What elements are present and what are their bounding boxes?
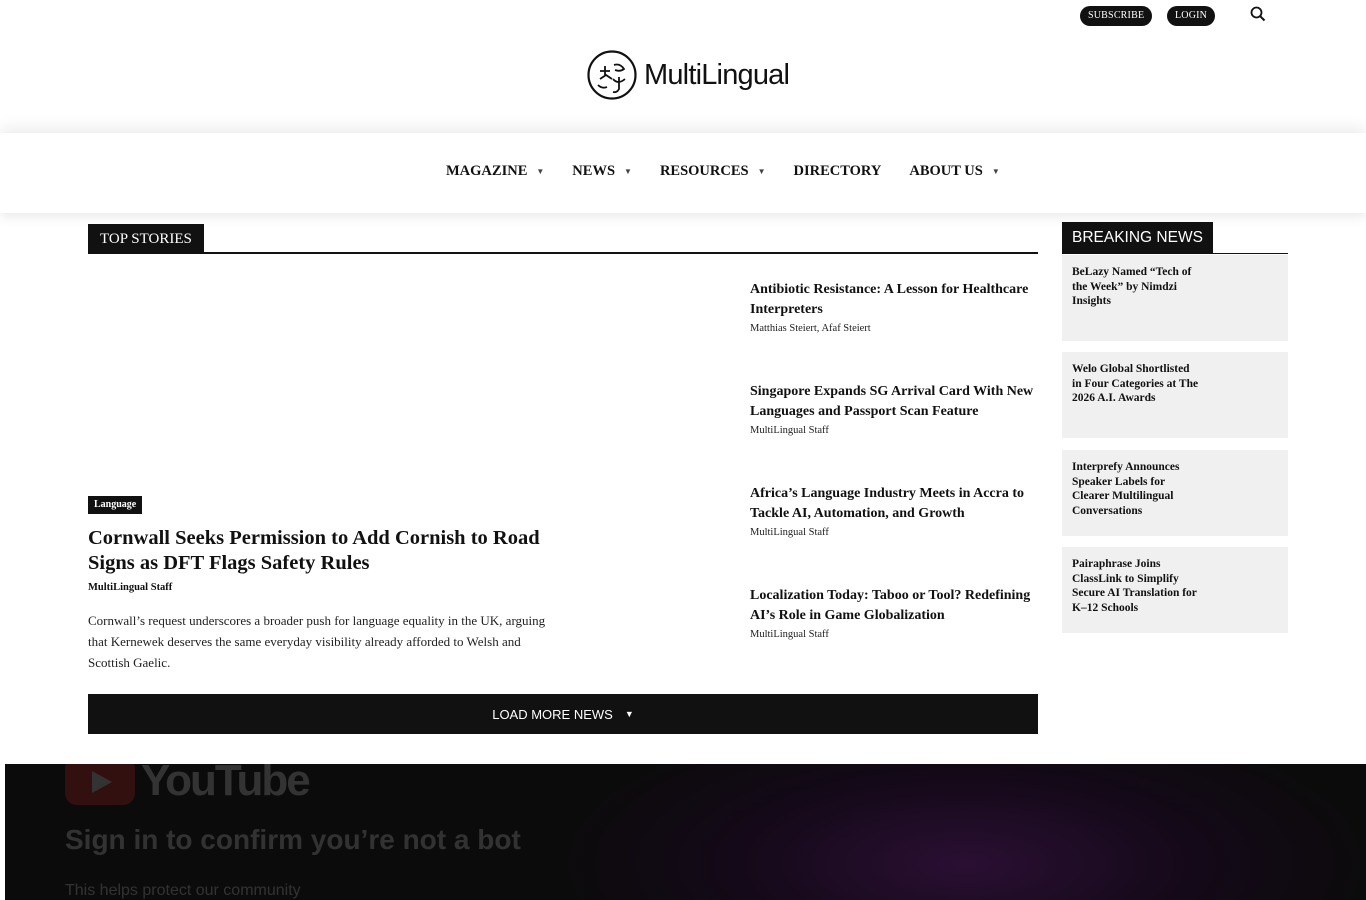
story-title[interactable]: Antibiotic Resistance: A Lesson for Heal…: [750, 280, 1040, 320]
play-icon: [65, 764, 135, 805]
chevron-down-icon: ▼: [991, 167, 1000, 176]
main-navigation: MAGAZINE ▼ NEWS ▼ RESOURCES ▼ DIRECTORY …: [0, 133, 1366, 213]
section-title: BREAKING NEWS: [1062, 222, 1213, 254]
site-logo[interactable]: MultiLingual: [586, 48, 790, 102]
youtube-logo: YouTube: [65, 764, 311, 806]
story-author[interactable]: MultiLingual Staff: [750, 527, 1040, 538]
nav-item-news[interactable]: NEWS ▼: [572, 163, 632, 180]
load-more-button[interactable]: LOAD MORE NEWS ▼: [88, 694, 1038, 734]
load-more-label: LOAD MORE NEWS: [492, 706, 613, 722]
featured-story-author[interactable]: MultiLingual Staff: [88, 582, 172, 593]
login-button[interactable]: LOGIN: [1167, 6, 1216, 26]
story-author[interactable]: Matthias Steiert, Afaf Steiert: [750, 323, 1040, 334]
nav-item-directory[interactable]: DIRECTORY: [794, 163, 882, 180]
subscribe-button[interactable]: SUBSCRIBE: [1080, 6, 1153, 26]
category-tag[interactable]: Language: [88, 496, 143, 514]
list-item[interactable]: Interprefy Announces Speaker Labels for …: [1062, 450, 1288, 536]
list-item: Singapore Expands SG Arrival Card With N…: [750, 382, 1040, 436]
breaking-news-title[interactable]: BeLazy Named “Tech of the Week” by Nimdz…: [1072, 265, 1202, 309]
logo-mark-icon: [587, 50, 637, 100]
breaking-news-header: BREAKING NEWS: [1062, 222, 1288, 254]
youtube-embed[interactable]: YouTube Sign in to confirm you’re not a …: [5, 764, 1366, 900]
story-title[interactable]: Singapore Expands SG Arrival Card With N…: [750, 382, 1040, 422]
nav-item-magazine[interactable]: MAGAZINE ▼: [446, 163, 544, 180]
search-icon[interactable]: [1248, 4, 1268, 24]
nav-item-resources[interactable]: RESOURCES ▼: [660, 163, 766, 180]
featured-story-image[interactable]: [88, 270, 558, 490]
chevron-down-icon: ▼: [757, 167, 766, 176]
nav-item-label: ABOUT US: [909, 163, 983, 179]
chevron-down-icon: ▼: [624, 709, 634, 719]
nav-item-label: MAGAZINE: [446, 163, 528, 179]
story-title[interactable]: Localization Today: Taboo or Tool? Redef…: [750, 586, 1040, 626]
bot-check-subtext: This helps protect our community: [65, 882, 301, 899]
bot-check-heading: Sign in to confirm you’re not a bot: [65, 824, 521, 855]
nav-item-about-us[interactable]: ABOUT US ▼: [909, 163, 999, 180]
youtube-wordmark: YouTube: [141, 764, 311, 805]
nav-item-label: RESOURCES: [659, 163, 749, 179]
section-title: TOP STORIES: [88, 224, 204, 254]
logo-text: MultiLingual: [644, 58, 790, 91]
list-item[interactable]: BeLazy Named “Tech of the Week” by Nimdz…: [1062, 255, 1288, 341]
top-stories-header: TOP STORIES: [88, 224, 1038, 254]
featured-story-excerpt: Cornwall’s request underscores a broader…: [88, 613, 546, 670]
featured-story-title[interactable]: Cornwall Seeks Permission to Add Cornish…: [88, 526, 558, 576]
list-item[interactable]: Welo Global Shortlisted in Four Categori…: [1062, 352, 1288, 438]
story-title[interactable]: Africa’s Language Industry Meets in Accr…: [750, 484, 1040, 524]
nav-item-label: DIRECTORY: [793, 163, 882, 179]
story-author[interactable]: MultiLingual Staff: [750, 629, 1040, 640]
list-item: Africa’s Language Industry Meets in Accr…: [750, 484, 1040, 538]
breaking-news-title[interactable]: Pairaphrase Joins ClassLink to Simplify …: [1072, 557, 1202, 615]
list-item[interactable]: Pairaphrase Joins ClassLink to Simplify …: [1062, 547, 1288, 633]
chevron-down-icon: ▼: [536, 167, 545, 176]
story-author[interactable]: MultiLingual Staff: [750, 425, 1040, 436]
chevron-down-icon: ▼: [624, 167, 632, 176]
nav-list: MAGAZINE ▼ NEWS ▼ RESOURCES ▼ DIRECTORY …: [446, 163, 1028, 180]
site-header: SUBSCRIBE LOGIN MultiLingual: [0, 0, 1366, 133]
list-item: Localization Today: Taboo or Tool? Redef…: [750, 586, 1040, 640]
breaking-news-title[interactable]: Interprefy Announces Speaker Labels for …: [1072, 460, 1202, 518]
breaking-news-title[interactable]: Welo Global Shortlisted in Four Categori…: [1072, 362, 1202, 406]
list-item: Antibiotic Resistance: A Lesson for Heal…: [750, 280, 1040, 334]
nav-item-label: NEWS: [572, 163, 616, 179]
